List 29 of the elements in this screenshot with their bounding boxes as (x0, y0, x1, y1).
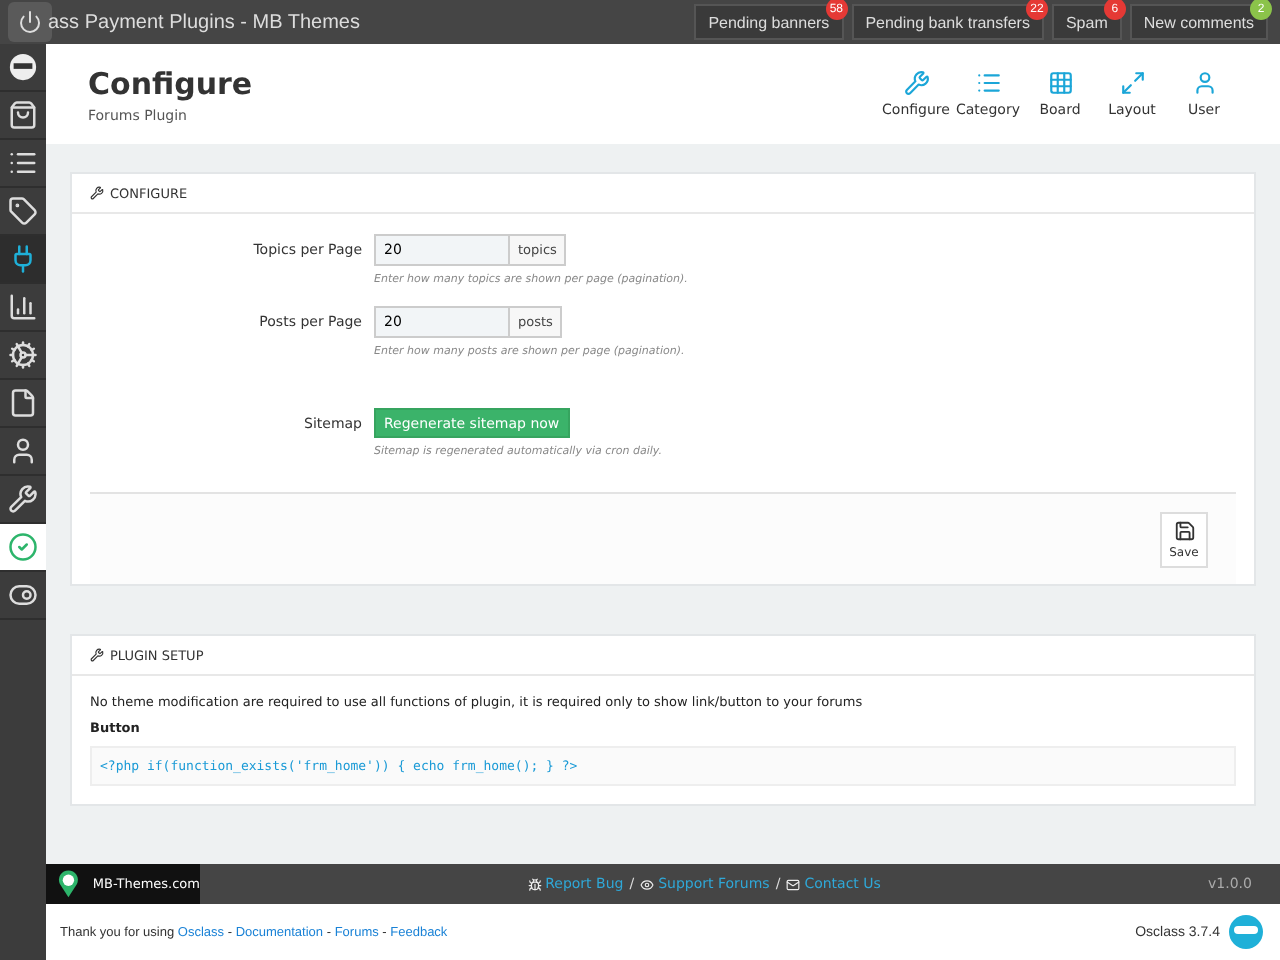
save-icon (1173, 519, 1195, 541)
sidebar-item[interactable] (0, 524, 46, 572)
power-icon (18, 10, 42, 34)
mail-icon (786, 877, 801, 891)
wrench-icon (90, 648, 104, 662)
page-icon (8, 388, 38, 418)
plug-icon (8, 244, 38, 274)
wrench-icon (90, 186, 104, 200)
bag-icon (8, 100, 38, 130)
check-circle-icon (8, 532, 38, 562)
pin-logo-icon (58, 870, 79, 898)
expand-icon (1119, 70, 1145, 96)
list-icon (975, 70, 1001, 96)
sidebar-item[interactable] (0, 236, 46, 284)
gears-icon (8, 340, 38, 370)
user-icon (1191, 70, 1217, 96)
page-heading: Configure (88, 65, 255, 101)
eye-icon (640, 877, 655, 891)
wrench-icon (903, 70, 929, 96)
tag-icon (8, 196, 38, 226)
page-title: ass Payment Plugins - MB Themes (48, 11, 362, 33)
bug-icon (527, 877, 542, 891)
grid-icon (1047, 70, 1073, 96)
toggle-icon (8, 580, 38, 610)
wrench-icon (8, 484, 38, 514)
power-button[interactable] (8, 2, 52, 42)
user-icon (8, 436, 38, 466)
bar-chart-icon (8, 292, 38, 322)
list-icon (8, 148, 38, 178)
